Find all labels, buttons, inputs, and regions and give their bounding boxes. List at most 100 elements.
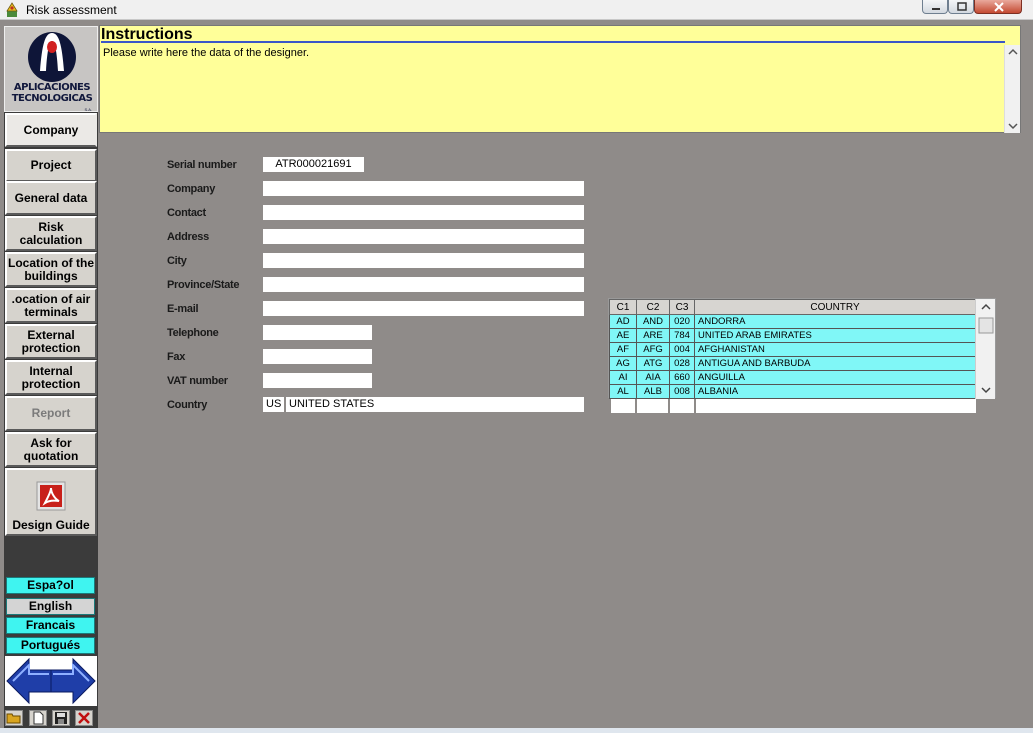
open-folder-button[interactable]	[5, 710, 23, 726]
company-logo: APLICACIONES TECNOLOGICAS S.A.	[4, 26, 98, 112]
nav-report[interactable]: Report	[5, 396, 97, 431]
nav-internal-protection[interactable]: Internal protection	[5, 360, 97, 395]
company-label: Company	[167, 183, 216, 195]
taskbar	[0, 728, 1033, 733]
cell-country: ALBANIA	[694, 384, 976, 399]
cell-c2: ATG	[636, 356, 670, 371]
delete-icon	[78, 712, 90, 724]
vat-number-field[interactable]	[263, 373, 372, 388]
city-field[interactable]	[263, 253, 584, 268]
contact-field[interactable]	[263, 205, 584, 220]
nav-label: Internal protection	[21, 363, 81, 391]
minimize-icon	[932, 8, 940, 10]
language-portuguese[interactable]: Portugués	[6, 637, 95, 654]
grid-new-row-c3[interactable]	[670, 399, 694, 413]
grid-scrollbar[interactable]	[975, 299, 995, 399]
column-header-c1[interactable]: C1	[609, 299, 637, 315]
navigation-panel: APLICACIONES TECNOLOGICAS S.A. Company P…	[4, 26, 98, 728]
table-row[interactable]: AG ATG 028 ANTIGUA AND BARBUDA	[609, 356, 976, 371]
navigation-arrows	[5, 656, 97, 706]
nav-label: Risk calculation	[19, 219, 83, 247]
scroll-down-icon[interactable]	[981, 387, 991, 394]
cell-country: AFGHANISTAN	[694, 342, 976, 357]
instructions-title: Instructions	[101, 26, 1005, 43]
table-row[interactable]: AE ARE 784 UNITED ARAB EMIRATES	[609, 328, 976, 343]
maximize-button[interactable]	[948, 0, 974, 14]
email-field[interactable]	[263, 301, 584, 316]
exit-button[interactable]	[75, 710, 93, 726]
nav-label: Design Guide	[12, 518, 90, 532]
cell-country: UNITED ARAB EMIRATES	[694, 328, 976, 343]
title-bar: Risk assessment	[0, 0, 1033, 20]
nav-risk-calculation[interactable]: Risk calculation	[5, 216, 97, 251]
nav-location-air-terminals[interactable]: .ocation of air terminals	[5, 288, 97, 323]
cell-c3: 020	[669, 314, 695, 329]
table-row[interactable]: AD AND 020 ANDORRA	[609, 314, 976, 329]
cell-c1: AL	[609, 384, 637, 399]
cell-c3: 784	[669, 328, 695, 343]
country-code-field[interactable]: US	[263, 397, 284, 412]
cell-c2: ARE	[636, 328, 670, 343]
scroll-down-icon[interactable]	[1008, 123, 1018, 130]
logo-line-1: APLICACIONES	[13, 82, 91, 93]
nav-label: General data	[14, 190, 88, 205]
column-header-country[interactable]: COUNTRY	[694, 299, 976, 315]
instructions-scrollbar[interactable]	[1004, 45, 1020, 133]
language-spanish[interactable]: Espa?ol	[6, 577, 95, 594]
language-english[interactable]: English	[6, 598, 95, 615]
company-field[interactable]	[263, 181, 584, 196]
instructions-panel: Instructions Please write here the data …	[99, 25, 1021, 133]
forward-arrow-icon[interactable]	[50, 657, 96, 705]
save-icon	[55, 712, 67, 724]
province-label: Province/State	[167, 279, 240, 291]
app-icon	[6, 2, 18, 17]
grid-new-row-c1[interactable]	[611, 399, 635, 413]
email-label: E-mail	[167, 303, 199, 315]
fax-field[interactable]	[263, 349, 372, 364]
risk-assessment-window: Risk assessment APLICACIONES TECNOLOGICA…	[0, 0, 1033, 733]
scroll-thumb[interactable]	[978, 317, 994, 334]
nav-project[interactable]: Project	[5, 149, 97, 182]
table-row[interactable]: AL ALB 008 ALBANIA	[609, 384, 976, 399]
cell-c2: AND	[636, 314, 670, 329]
nav-location-buildings[interactable]: Location of the buildings	[5, 252, 97, 287]
cell-country: ANTIGUA AND BARBUDA	[694, 356, 976, 371]
country-grid: C1 C2 C3 COUNTRY AD AND 020 ANDORRA AE A…	[608, 298, 996, 399]
cell-country: ANDORRA	[694, 314, 976, 329]
table-row[interactable]: AI AIA 660 ANGUILLA	[609, 370, 976, 385]
country-table: C1 C2 C3 COUNTRY AD AND 020 ANDORRA AE A…	[609, 299, 976, 399]
address-label: Address	[167, 231, 209, 243]
cell-c3: 660	[669, 370, 695, 385]
column-header-c3[interactable]: C3	[669, 299, 695, 315]
nav-external-protection[interactable]: External protection	[5, 324, 97, 359]
cell-c1: AI	[609, 370, 637, 385]
table-header-row: C1 C2 C3 COUNTRY	[609, 299, 976, 315]
grid-new-row-c2[interactable]	[637, 399, 668, 413]
scroll-up-icon[interactable]	[981, 303, 991, 310]
language-french[interactable]: Francais	[6, 617, 95, 634]
country-name-field[interactable]: UNITED STATES	[286, 397, 584, 412]
nav-label: Ask for quotation	[23, 435, 79, 463]
back-arrow-icon[interactable]	[6, 657, 52, 705]
nav-company[interactable]: Company	[5, 113, 97, 147]
minimize-button[interactable]	[922, 0, 948, 14]
column-header-c2[interactable]: C2	[636, 299, 670, 315]
province-field[interactable]	[263, 277, 584, 292]
address-field[interactable]	[263, 229, 584, 244]
nav-design-guide[interactable]: Design Guide	[5, 468, 97, 536]
scroll-up-icon[interactable]	[1008, 48, 1018, 55]
save-button[interactable]	[52, 710, 70, 726]
close-button[interactable]	[974, 0, 1022, 14]
new-file-button[interactable]	[29, 710, 47, 726]
nav-label: Company	[23, 122, 79, 137]
city-label: City	[167, 255, 187, 267]
nav-general-data[interactable]: General data	[5, 181, 97, 215]
table-row[interactable]: AF AFG 004 AFGHANISTAN	[609, 342, 976, 357]
grid-new-row-country[interactable]	[696, 399, 976, 413]
serial-number-label: Serial number	[167, 159, 237, 171]
cell-c3: 008	[669, 384, 695, 399]
cell-c1: AE	[609, 328, 637, 343]
cell-c3: 004	[669, 342, 695, 357]
nav-ask-quotation[interactable]: Ask for quotation	[5, 432, 97, 467]
telephone-field[interactable]	[263, 325, 372, 340]
